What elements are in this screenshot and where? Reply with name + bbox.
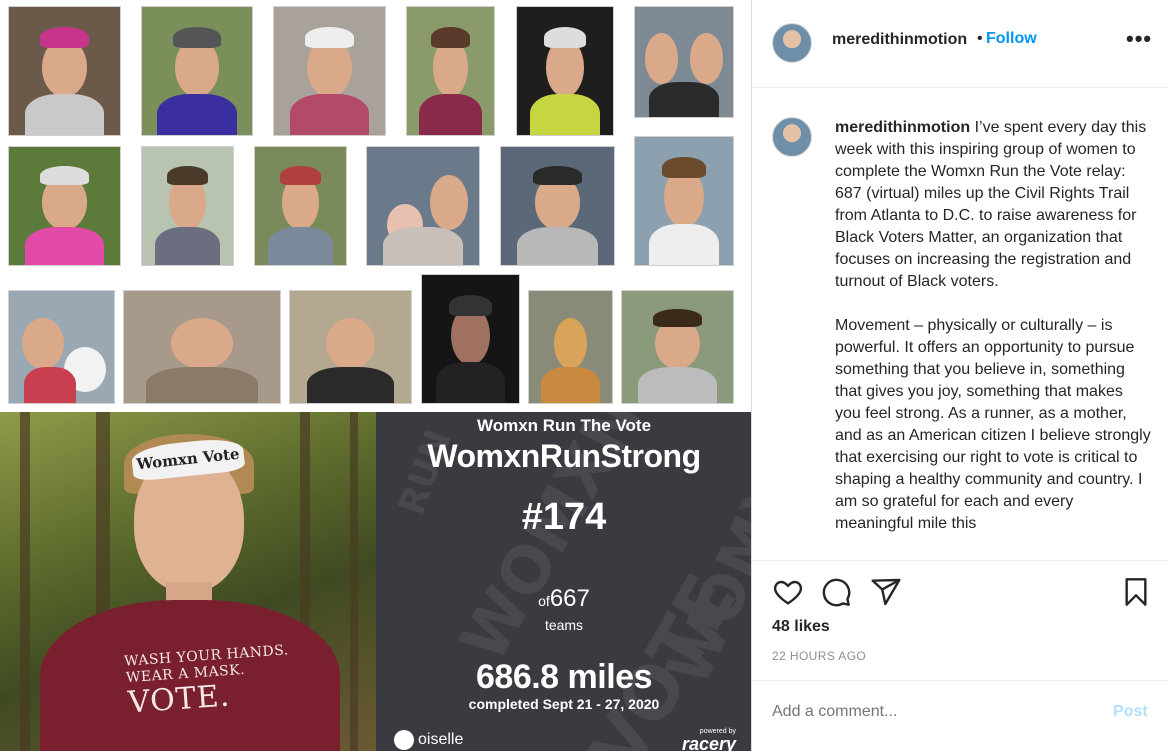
race-title: Womxn Run The Vote (476, 416, 652, 435)
oiselle-logo: oiselle (394, 730, 463, 750)
collage-photo (254, 146, 347, 266)
comment-bar: Post (752, 680, 1168, 751)
collage-photo (516, 6, 614, 136)
separator-dot: • (977, 30, 983, 47)
miles-total: 686.8 miles (476, 658, 652, 696)
comment-icon[interactable] (820, 576, 852, 608)
collage-photo (289, 290, 412, 404)
racery-logo: powered by racery (681, 728, 736, 751)
username-link[interactable]: meredithinmotion (832, 31, 967, 49)
bookmark-icon[interactable] (1120, 576, 1152, 608)
collage-photo (421, 274, 520, 404)
caption-text: meredithinmotion I’ve spent every day th… (835, 117, 1151, 557)
collage-photo (8, 6, 121, 136)
likes-count[interactable]: 48 likes (772, 618, 830, 636)
avatar[interactable] (772, 23, 812, 63)
collage-photo (634, 136, 734, 266)
total-teams: of667 teams (538, 585, 590, 634)
post-comment-button[interactable]: Post (1113, 703, 1148, 721)
collage-photo (366, 146, 480, 266)
post-image[interactable]: Womxn Vote WASH YOUR HANDS. WEAR A MASK.… (0, 0, 752, 751)
comment-input[interactable] (772, 703, 1092, 721)
collage-photo (123, 290, 281, 404)
action-bar (772, 576, 1152, 608)
collage-photo (141, 6, 253, 136)
post-side-panel: meredithinmotion • Follow ••• meredithin… (752, 0, 1168, 751)
team-name: WomxnRunStrong (427, 438, 701, 474)
collage-photo (406, 6, 495, 136)
collage-photo (8, 146, 121, 266)
collage-photo (528, 290, 613, 404)
collage-photo (621, 290, 734, 404)
completed-dates: completed Sept 21 - 27, 2020 (468, 696, 660, 712)
post-header: meredithinmotion • Follow ••• (752, 0, 1168, 88)
team-rank: #174 (521, 496, 607, 538)
race-result-card: WOMXN RUN VOTE WOMXN Womxn Run The Vote … (376, 412, 751, 751)
follow-button[interactable]: Follow (986, 30, 1037, 48)
caption-area[interactable]: meredithinmotion I’ve spent every day th… (752, 89, 1168, 561)
share-icon[interactable] (870, 576, 902, 608)
caption-username[interactable]: meredithinmotion (835, 119, 970, 136)
shirt-line-3: VOTE. (126, 678, 232, 721)
collage-photo (273, 6, 386, 136)
collage-photo (8, 290, 115, 404)
caption-avatar[interactable] (772, 117, 812, 157)
collage-photo (141, 146, 234, 266)
collage-photo (634, 6, 734, 118)
caption-paragraph-2: Movement – physically or culturally – is… (835, 317, 1151, 532)
more-icon[interactable]: ••• (1126, 26, 1152, 52)
caption-paragraph-1: I’ve spent every day this week with this… (835, 119, 1147, 290)
selfie-collage (0, 0, 751, 412)
oiselle-bird-icon (394, 730, 414, 750)
heart-icon[interactable] (772, 576, 804, 608)
collage-photo (500, 146, 615, 266)
post-timestamp[interactable]: 22 HOURS AGO (772, 649, 866, 663)
runner-photo: Womxn Vote WASH YOUR HANDS. WEAR A MASK.… (0, 412, 376, 751)
